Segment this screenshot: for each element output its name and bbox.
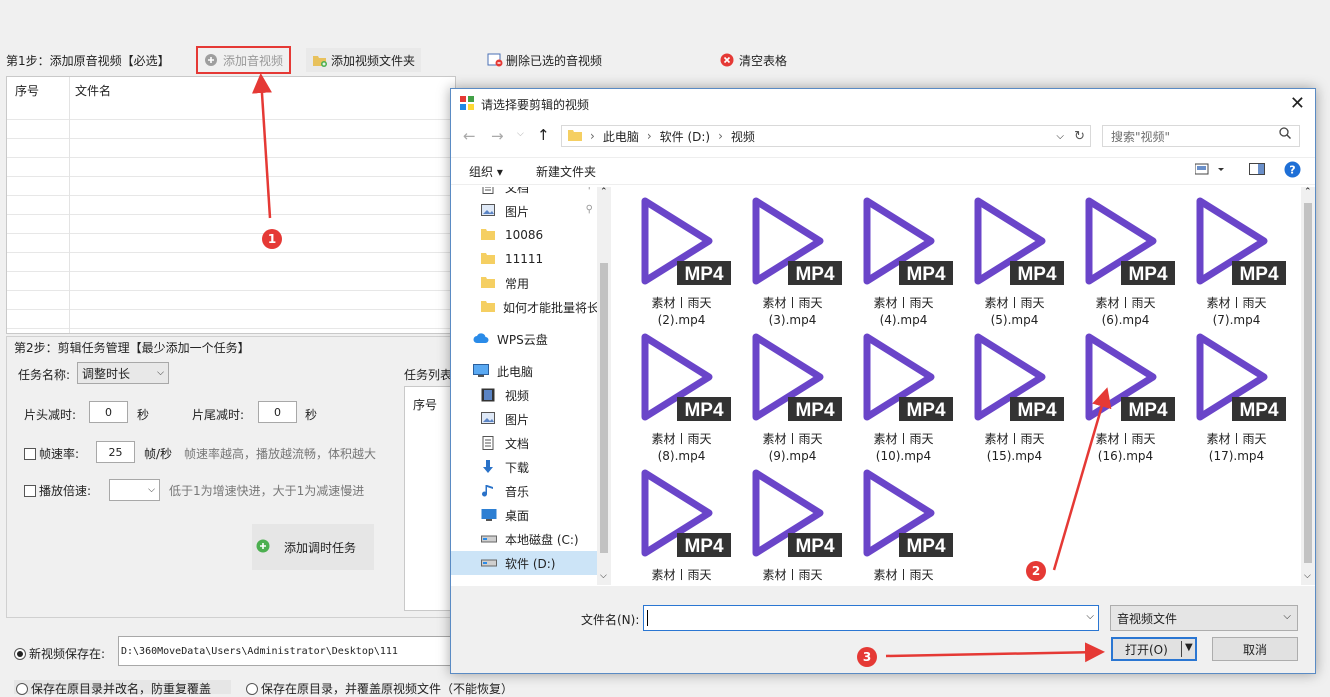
arrow-3 — [885, 642, 1105, 663]
annotation-badge-1: 1 — [262, 229, 282, 249]
annotation-arrows — [251, 73, 1112, 663]
annotation-badge-2: 2 — [1026, 561, 1046, 581]
arrow-2 — [1052, 387, 1112, 571]
arrow-1 — [251, 73, 272, 219]
annotation-badge-3: 3 — [857, 647, 877, 667]
